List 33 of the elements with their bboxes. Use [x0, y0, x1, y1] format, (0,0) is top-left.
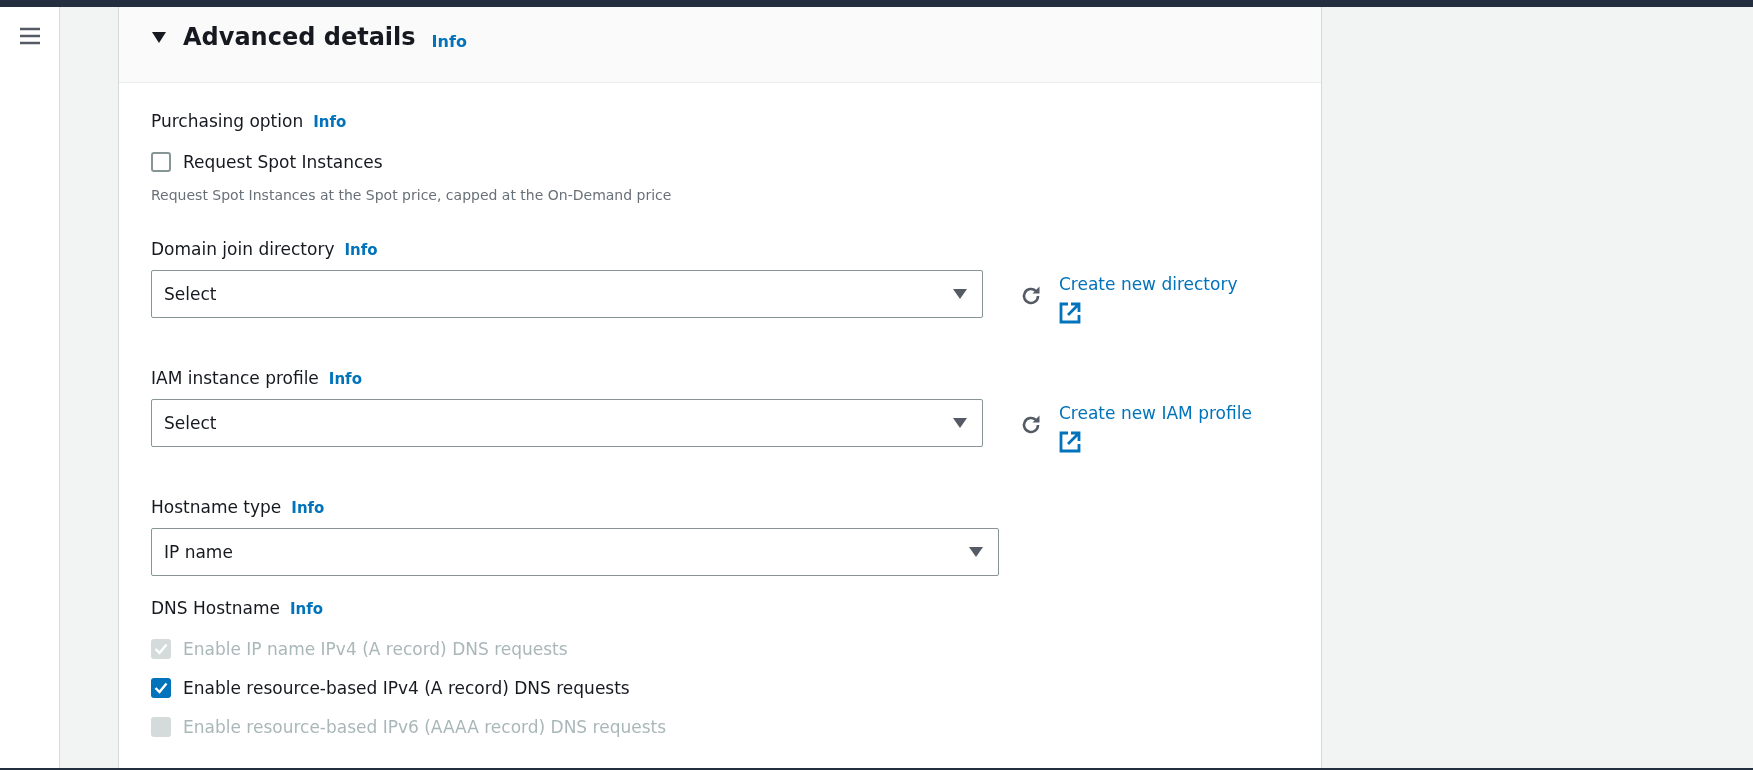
create-link[interactable]: Create new directory	[1059, 274, 1238, 294]
checkbox[interactable]	[151, 677, 171, 698]
checkbox-label: Request Spot Instances	[183, 151, 383, 172]
info-link[interactable]: Info	[291, 496, 325, 520]
checkbox-label: Enable IP name IPv4 (A record) DNS requests	[183, 638, 568, 659]
caret-icon	[952, 417, 968, 429]
external-link-icon[interactable]	[1059, 431, 1081, 453]
checkmark-icon	[154, 681, 168, 694]
caret-icon	[968, 546, 984, 558]
field-label: DNS Hostname	[151, 597, 280, 620]
caret-icon	[151, 30, 167, 44]
checkbox-label: Enable resource-based IPv4 (A record) DNS requests	[183, 677, 630, 698]
info-link[interactable]: Info	[344, 238, 378, 262]
checkmark-icon	[154, 642, 168, 655]
menu-icon[interactable]	[18, 27, 41, 45]
field-description: Request Spot Instances at the Spot price, capped at the On-Demand price	[151, 187, 673, 203]
checkbox-label: Enable resource-based IPv6 (AAAA record) DNS requests	[183, 716, 667, 737]
info-link[interactable]: Info	[313, 110, 347, 134]
select-dropdown[interactable]: Select	[151, 399, 983, 447]
field-label: Domain join directory	[151, 238, 335, 261]
section-toggle[interactable]: Advanced details	[151, 23, 416, 51]
checkbox[interactable]	[151, 151, 171, 172]
external-link-icon[interactable]	[1059, 302, 1081, 324]
field-label: Purchasing option	[151, 110, 304, 133]
field-label: Hostname type	[151, 496, 282, 519]
create-link[interactable]: Create new IAM profile	[1059, 403, 1252, 423]
caret-icon	[952, 288, 968, 300]
select-dropdown[interactable]: Select	[151, 270, 983, 318]
info-link[interactable]: Info	[431, 32, 467, 51]
info-link[interactable]: Info	[328, 367, 362, 391]
info-link[interactable]: Info	[289, 597, 323, 621]
select-dropdown[interactable]: IP name	[151, 528, 999, 576]
field-label: IAM instance profile	[151, 367, 319, 390]
